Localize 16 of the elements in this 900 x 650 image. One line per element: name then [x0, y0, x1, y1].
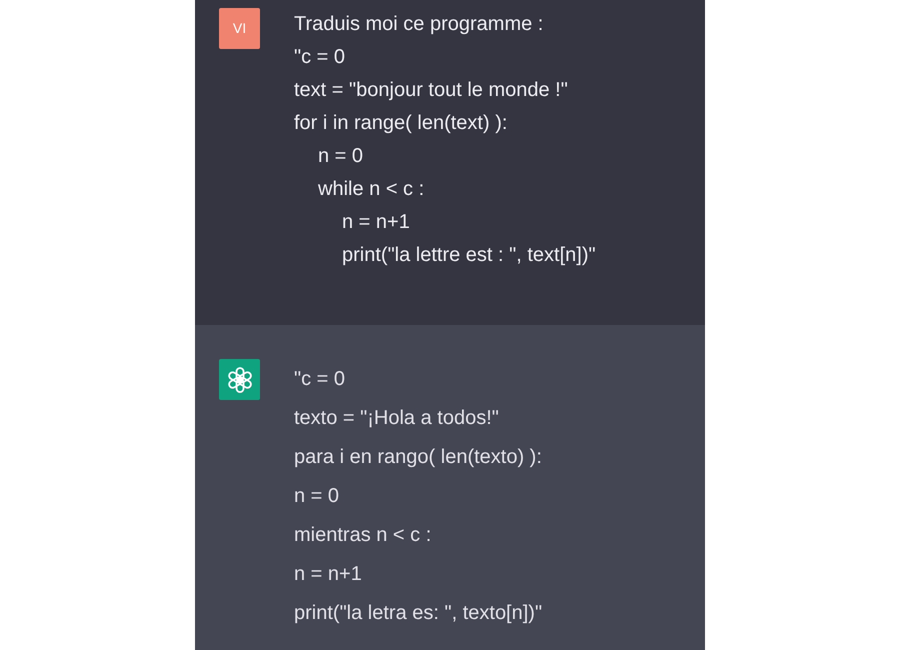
- message-line: n = n+1: [342, 210, 411, 235]
- message-line: while n < c :: [318, 177, 426, 202]
- message-line: for i in range( len(text) ):: [294, 111, 508, 136]
- message-line: n = 0: [294, 484, 340, 509]
- message-line: print("la lettre est : ", text[n])": [342, 243, 596, 268]
- message-line: print("la letra es: ", texto[n])": [294, 601, 542, 626]
- message-line: texto = "¡Hola a todos!": [294, 406, 500, 431]
- message-line: "c = 0: [294, 367, 346, 392]
- message-line: n = 0: [318, 144, 364, 169]
- message-line: para i en rango( len(texto) ):: [294, 445, 542, 470]
- message-line: mientras n < c :: [294, 523, 432, 548]
- message-line: Traduis moi ce programme :: [294, 12, 544, 37]
- message-line: "c = 0: [294, 45, 346, 70]
- message-line: n = n+1: [294, 562, 363, 587]
- user-avatar: VI: [219, 8, 260, 49]
- message-line: text = "bonjour tout le monde !": [294, 78, 569, 103]
